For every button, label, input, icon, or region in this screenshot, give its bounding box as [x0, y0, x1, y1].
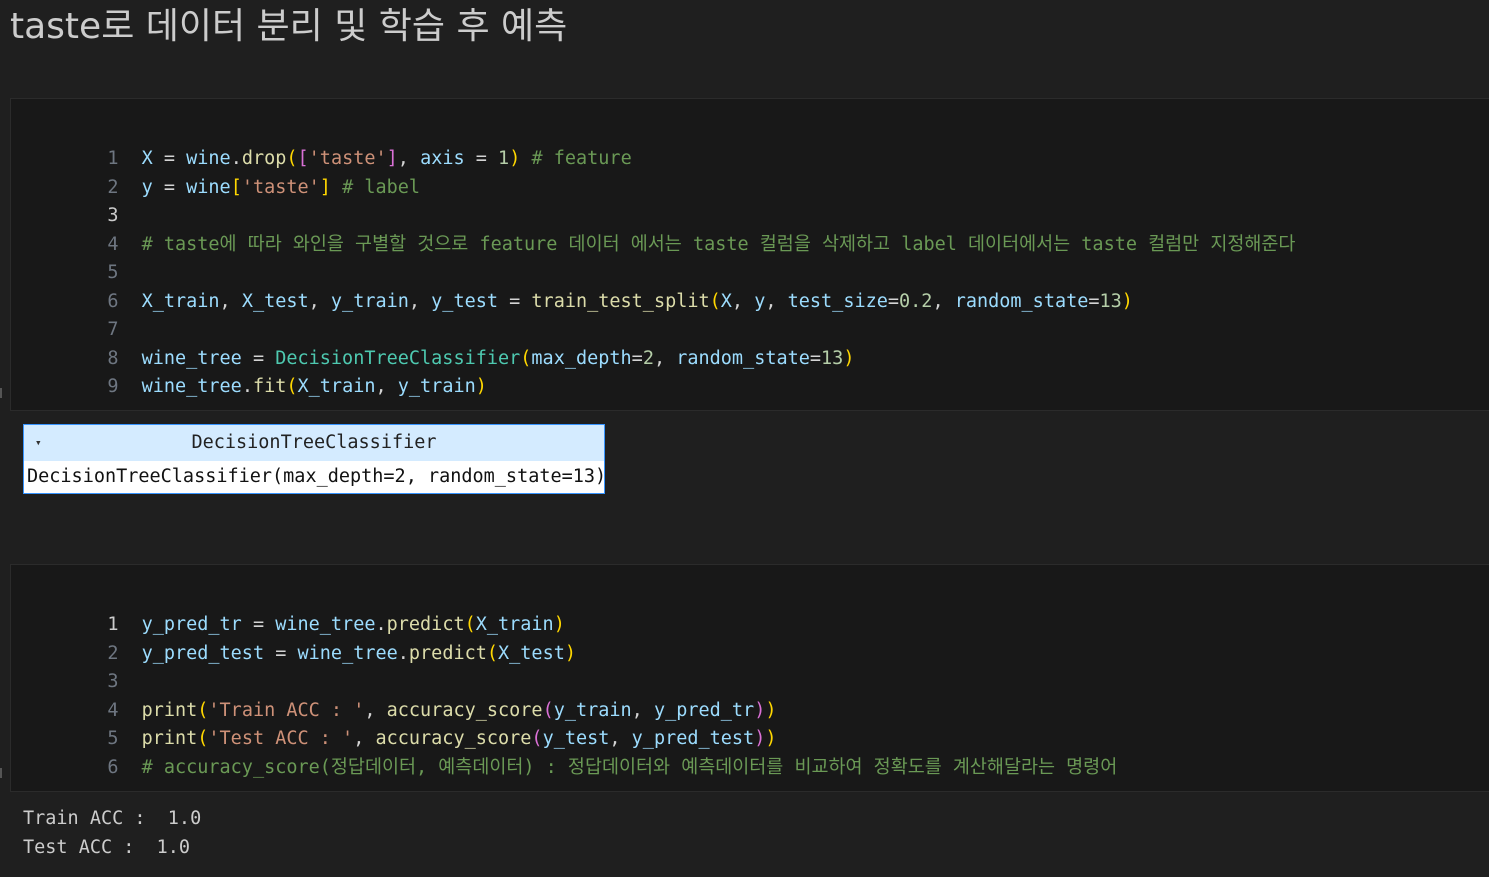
- token: 1: [498, 148, 510, 169]
- widget-body: DecisionTreeClassifier(max_depth=2, rand…: [27, 466, 607, 487]
- code-line-2[interactable]: 2y = wine['taste'] # label: [11, 146, 420, 198]
- token: wine: [186, 177, 231, 198]
- token: 13: [821, 348, 844, 369]
- token: (: [486, 643, 499, 664]
- token: X_test: [241, 291, 309, 312]
- token: y_pred_test: [141, 643, 265, 664]
- code-line-2[interactable]: 2 y_pred_test = wine_tree.predict(X_test): [11, 612, 576, 664]
- token: =: [809, 348, 822, 369]
- token: .: [241, 376, 253, 397]
- token: wine_tree: [297, 643, 398, 664]
- output-test-acc: Test ACC : 1.0: [23, 837, 191, 858]
- token: # feature: [520, 148, 632, 169]
- comment: # taste에 따라 와인을 구별할 것으로 feature 데이터 에서는 …: [141, 234, 1296, 255]
- token: (: [520, 348, 532, 369]
- token: X_train: [141, 291, 220, 312]
- cell-status-marker: [0, 768, 2, 778]
- line-number: 6: [107, 757, 119, 778]
- token: 0.2: [899, 291, 933, 312]
- token: .: [397, 643, 409, 664]
- line-number: 9: [107, 376, 119, 397]
- token: X_test: [498, 643, 565, 664]
- estimator-widget[interactable]: ▾ DecisionTreeClassifier DecisionTreeCla…: [23, 424, 607, 494]
- token: X: [720, 291, 732, 312]
- token: ): [564, 643, 576, 664]
- token: train_test_split: [531, 291, 710, 312]
- token: =: [464, 148, 499, 169]
- token: ]: [319, 177, 331, 198]
- token: X_train: [297, 376, 376, 397]
- token: axis: [420, 148, 465, 169]
- token: ): [1121, 291, 1133, 312]
- token: max_depth: [531, 348, 632, 369]
- token: 13: [1099, 291, 1122, 312]
- token: ,: [653, 348, 677, 369]
- token: ,: [932, 291, 955, 312]
- token: ,: [375, 376, 398, 397]
- token: [: [230, 177, 242, 198]
- token: predict: [408, 643, 487, 664]
- token: ,: [765, 291, 788, 312]
- comment: # accuracy_score(정답데이터, 예측데이터) : 정답데이터와 …: [141, 757, 1118, 778]
- token: y_train: [330, 291, 409, 312]
- token: ,: [731, 291, 755, 312]
- token: =: [498, 291, 532, 312]
- token: ): [843, 348, 855, 369]
- token: # label: [330, 177, 421, 198]
- code-line-9[interactable]: 9 wine_tree.fit(X_train, y_train): [11, 345, 486, 397]
- token: =: [152, 177, 187, 198]
- code-line-4[interactable]: 4 print('Train ACC : ', accuracy_score(y_…: [11, 669, 776, 721]
- code-line-5[interactable]: 5: [11, 231, 142, 283]
- token: ,: [408, 291, 432, 312]
- token: test_size: [787, 291, 888, 312]
- token: ): [509, 148, 521, 169]
- output-train-acc: Train ACC : 1.0: [23, 808, 202, 829]
- token: 2: [642, 348, 654, 369]
- token: 'taste': [241, 177, 320, 198]
- token: y: [754, 291, 766, 312]
- code-line-6[interactable]: 6 # accuracy_score(정답데이터, 예측데이터) : 정답데이터와…: [11, 726, 1117, 778]
- token: y_train: [397, 376, 476, 397]
- token: ,: [219, 291, 242, 312]
- token: y_test: [431, 291, 498, 312]
- token: (: [286, 376, 298, 397]
- code-line-1[interactable]: 1X = wine.drop(['taste'], axis = 1) # fe…: [11, 117, 631, 169]
- token: fit: [252, 376, 287, 397]
- code-cell-2[interactable]: 1 y_pred_tr = wine_tree.predict(X_train) …: [10, 564, 1489, 792]
- cell-status-marker: [0, 388, 2, 398]
- code-line-5[interactable]: 5 print('Test ACC : ', accuracy_score(y_t…: [11, 697, 776, 749]
- token: random_state: [676, 348, 810, 369]
- token: =: [264, 643, 298, 664]
- markdown-heading: taste로 데이터 분리 및 학습 후 예측: [10, 6, 568, 47]
- widget-header[interactable]: ▾ DecisionTreeClassifier: [24, 425, 604, 461]
- code-line-6[interactable]: 6 X_train, X_test, y_train, y_test = trai…: [11, 260, 1133, 312]
- code-line-8[interactable]: 8 wine_tree = DecisionTreeClassifier(max_…: [11, 317, 854, 369]
- token: random_state: [954, 291, 1089, 312]
- token: =: [887, 291, 900, 312]
- token: =: [631, 348, 643, 369]
- token: (: [709, 291, 721, 312]
- widget-title: DecisionTreeClassifier: [191, 432, 437, 453]
- code-line-4[interactable]: 4 # taste에 따라 와인을 구별할 것으로 feature 데이터 에서는…: [11, 203, 1295, 255]
- token: ): [475, 376, 487, 397]
- token: ,: [308, 291, 331, 312]
- code-line-7[interactable]: 7: [11, 288, 142, 340]
- token: y: [141, 177, 153, 198]
- code-line-1[interactable]: 1 y_pred_tr = wine_tree.predict(X_train): [11, 583, 564, 635]
- code-line-3[interactable]: 3: [11, 174, 142, 226]
- token: wine_tree: [141, 376, 242, 397]
- token: =: [1088, 291, 1100, 312]
- code-line-3[interactable]: 3: [11, 640, 142, 692]
- code-cell-1[interactable]: 1X = wine.drop(['taste'], axis = 1) # fe…: [10, 98, 1489, 411]
